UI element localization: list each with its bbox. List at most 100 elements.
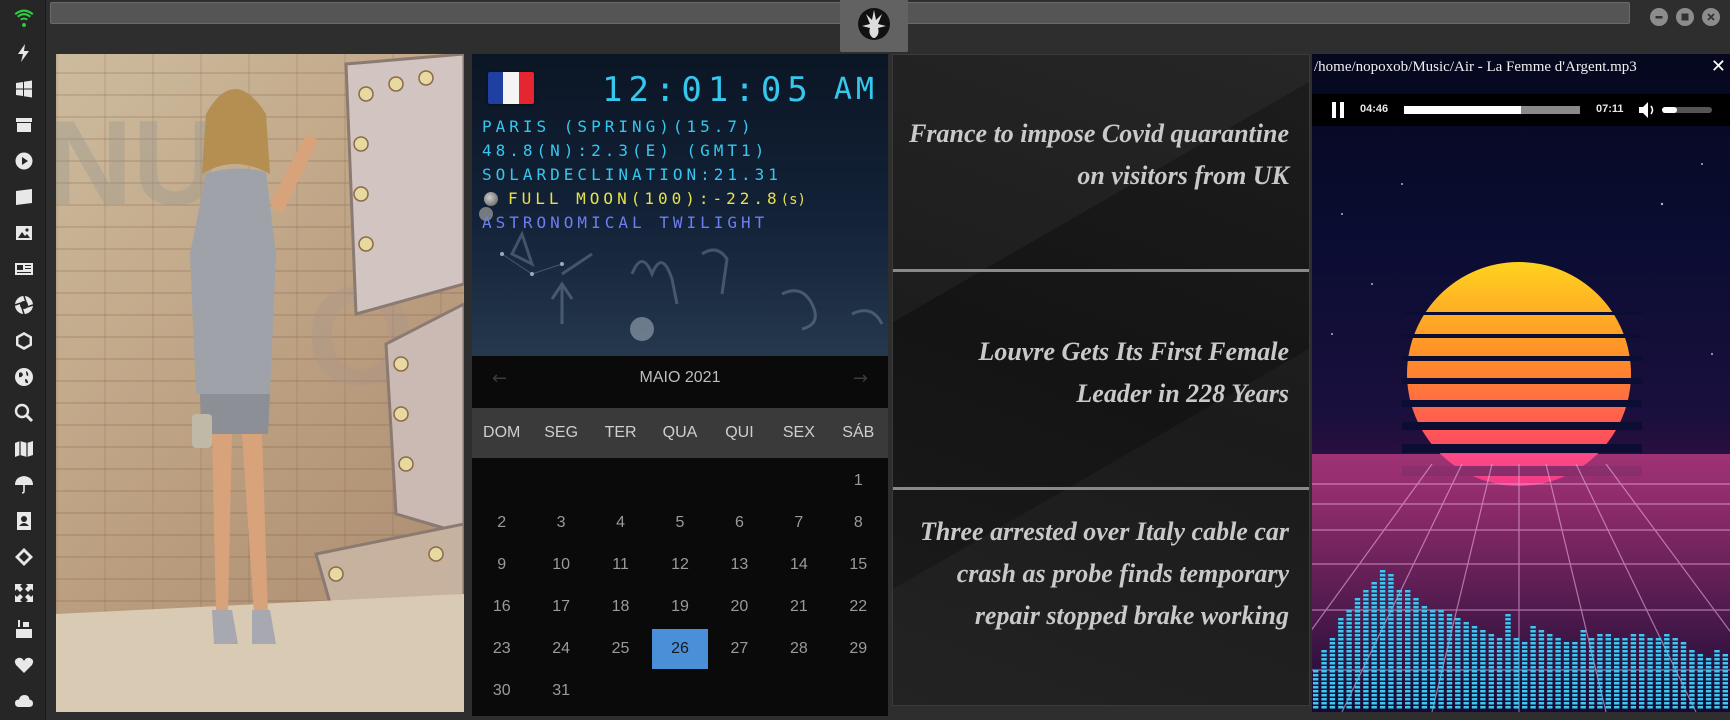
calendar-day[interactable]: 4 (591, 502, 650, 544)
sidebar-launcher-tag[interactable] (13, 546, 35, 568)
calendar-day[interactable]: 10 (531, 544, 590, 586)
calendar-day[interactable]: 12 (650, 544, 709, 586)
spectrum-bar-segment (1371, 638, 1377, 641)
calendar-day[interactable]: 21 (769, 586, 828, 628)
calendar-day[interactable]: 13 (710, 544, 769, 586)
spectrum-bar-segment (1413, 674, 1419, 677)
news-headline-3[interactable]: Three arrested over Italy cable car cras… (909, 511, 1289, 637)
calendar-day[interactable]: 19 (650, 586, 709, 628)
spectrum-bar-segment (1346, 610, 1352, 613)
sidebar-launcher-aperture[interactable] (13, 294, 35, 316)
sidebar-launcher-heart[interactable] (13, 654, 35, 676)
spectrum-bar-segment (1379, 606, 1386, 609)
spectrum-bar-segment (1622, 658, 1628, 661)
spectrum-bar-segment (1588, 698, 1595, 701)
minimize-button[interactable] (1650, 8, 1668, 26)
pause-icon[interactable] (1330, 101, 1346, 119)
calendar-day[interactable]: 18 (591, 586, 650, 628)
calendar-day[interactable]: 15 (829, 544, 888, 586)
calendar-day[interactable]: 14 (769, 544, 828, 586)
maximize-button[interactable] (1676, 8, 1694, 26)
spectrum-bar-segment (1488, 638, 1494, 641)
spectrum-bar-segment (1572, 670, 1578, 673)
spectrum-bar-segment (1438, 630, 1444, 633)
calendar-day[interactable]: 25 (591, 628, 650, 670)
calendar-day[interactable]: 16 (472, 586, 531, 628)
calendar-day[interactable]: 11 (591, 544, 650, 586)
spectrum-bar-segment (1547, 682, 1553, 685)
spectrum-bar-segment (1446, 650, 1453, 653)
photo-widget[interactable]: NU O (56, 54, 464, 712)
calendar-prev-button[interactable]: ← (492, 368, 507, 389)
spectrum-bar-segment (1496, 654, 1503, 657)
news-headline-2[interactable]: Louvre Gets Its First Female Leader in 2… (929, 331, 1289, 415)
calendar-day[interactable]: 7 (769, 502, 828, 544)
calendar-day[interactable]: 8 (829, 502, 888, 544)
calendar-day[interactable]: 24 (531, 628, 590, 670)
calendar-day-today[interactable]: 26 (652, 629, 708, 669)
sidebar-launcher-expand[interactable] (13, 582, 35, 604)
calendar-day[interactable]: 29 (829, 628, 888, 670)
calendar-day[interactable]: 2 (472, 502, 531, 544)
spectrum-bar-segment (1664, 690, 1670, 693)
sidebar-launcher-image[interactable] (13, 222, 35, 244)
sidebar-launcher-search[interactable] (13, 402, 35, 424)
calendar-day[interactable]: 31 (531, 670, 590, 712)
spectrum-bar-segment (1379, 610, 1386, 613)
seek-bar[interactable] (1404, 106, 1580, 114)
sidebar-launcher-news[interactable] (13, 258, 35, 280)
calendar-day[interactable]: 20 (710, 586, 769, 628)
sidebar-launcher-wifi[interactable] (13, 6, 35, 28)
close-button[interactable] (1702, 8, 1720, 26)
sidebar-launcher-hexagon[interactable] (13, 330, 35, 352)
calendar-day[interactable]: 3 (531, 502, 590, 544)
spectrum-bar-segment (1363, 702, 1369, 705)
calendar-day[interactable]: 6 (710, 502, 769, 544)
calendar-day[interactable]: 23 (472, 628, 531, 670)
spectrum-bar-segment (1722, 658, 1728, 661)
audio-spectrum (1313, 570, 1728, 709)
sidebar-launcher-photo-book[interactable] (13, 186, 35, 208)
spectrum-bar-segment (1680, 702, 1687, 705)
spectrum-bar-segment (1580, 630, 1586, 633)
spectrum-bar-segment (1597, 642, 1603, 645)
spectrum-bar-segment (1513, 642, 1519, 645)
sidebar-launcher-lightning[interactable] (13, 42, 35, 64)
calendar-day[interactable]: 28 (769, 628, 828, 670)
calendar-day[interactable]: 27 (710, 628, 769, 670)
spectrum-bar-segment (1329, 666, 1336, 669)
news-headline-1[interactable]: France to impose Covid quarantine on vis… (909, 113, 1289, 197)
spectrum-bar-segment (1388, 582, 1394, 585)
sidebar-launcher-cloud[interactable] (13, 690, 35, 712)
spectrum-bar-segment (1588, 646, 1595, 649)
spectrum-bar-segment (1471, 658, 1478, 661)
spectrum-bar-segment (1664, 638, 1670, 641)
sidebar-launcher-windows[interactable] (13, 78, 35, 100)
calendar-day[interactable]: 5 (650, 502, 709, 544)
sidebar-launcher-map[interactable] (13, 438, 35, 460)
calendar-day[interactable]: 1 (829, 460, 888, 502)
calendar-day[interactable]: 30 (472, 670, 531, 712)
spectrum-bar-segment (1555, 654, 1561, 657)
calendar-day[interactable]: 9 (472, 544, 531, 586)
spectrum-bar-segment (1463, 662, 1469, 665)
volume-slider[interactable] (1662, 107, 1712, 113)
spectrum-bar-segment (1463, 646, 1469, 649)
sidebar-launcher-play[interactable] (13, 150, 35, 172)
sidebar-launcher-contacts[interactable] (13, 510, 35, 532)
player-close-button[interactable]: ✕ (1711, 56, 1726, 77)
sidebar-launcher-globe[interactable] (13, 366, 35, 388)
spectrum-bar-segment (1555, 662, 1561, 665)
spectrum-bar-segment (1313, 706, 1319, 709)
sidebar-launcher-umbrella[interactable] (13, 474, 35, 496)
sidebar-launcher-archive[interactable] (13, 114, 35, 136)
calendar-next-button[interactable]: → (853, 368, 868, 389)
spectrum-bar-segment (1463, 622, 1469, 625)
volume-icon[interactable] (1637, 101, 1657, 119)
sidebar-launcher-youtube[interactable] (13, 618, 35, 640)
emblem-tab[interactable] (840, 0, 908, 52)
calendar-empty-cell (710, 460, 769, 502)
calendar-day[interactable]: 22 (829, 586, 888, 628)
calendar-day[interactable]: 17 (531, 586, 590, 628)
spectrum-bar-segment (1630, 642, 1637, 645)
